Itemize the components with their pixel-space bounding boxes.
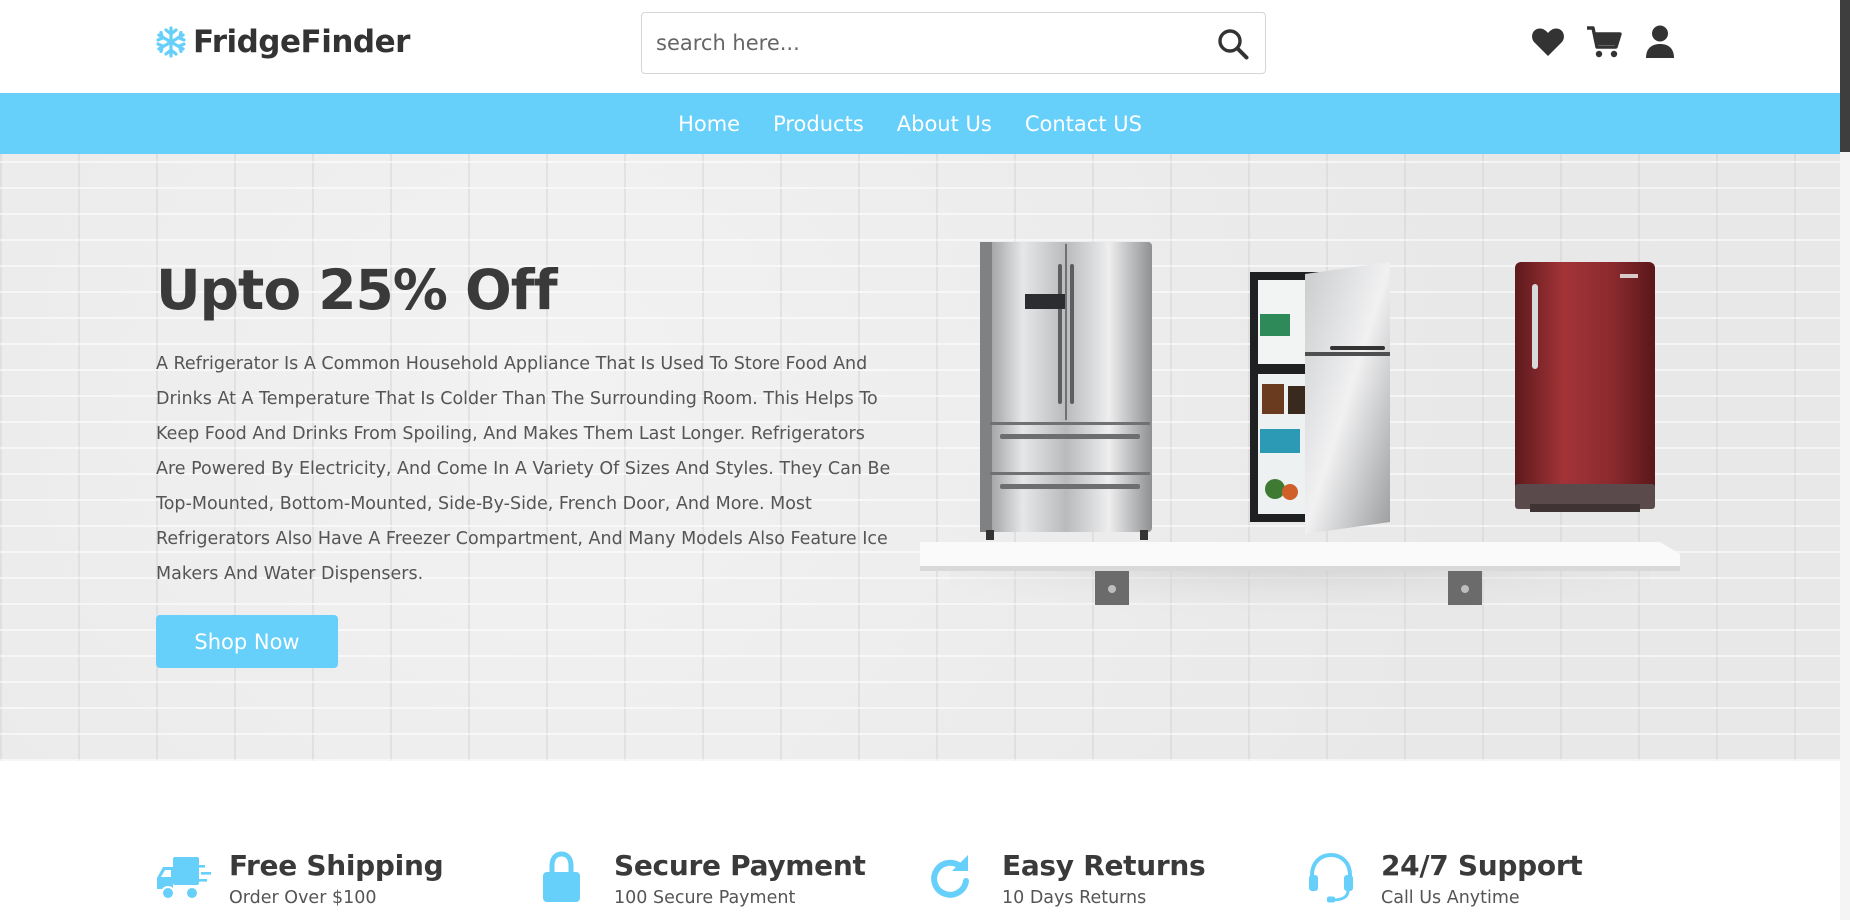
logo[interactable]: FridgeFinder — [155, 22, 410, 62]
lock-icon — [543, 851, 580, 902]
feature-free-shipping: Free Shipping Order Over $100 — [155, 849, 444, 908]
site-header: FridgeFinder — [0, 0, 1840, 93]
single-door-fridge — [1515, 262, 1655, 512]
search-input[interactable] — [656, 23, 1196, 63]
account-button[interactable] — [1642, 24, 1678, 60]
feature-title: Secure Payment — [614, 849, 866, 882]
user-icon — [1646, 25, 1674, 58]
nav-home[interactable]: Home — [678, 112, 740, 136]
features-section: Free Shipping Order Over $100 Secure Pay… — [0, 761, 1840, 920]
search-button[interactable] — [1215, 26, 1251, 62]
wishlist-button[interactable] — [1530, 24, 1566, 60]
search-icon — [1218, 29, 1249, 60]
shop-now-button[interactable]: Shop Now — [156, 615, 338, 668]
truck-icon — [157, 857, 211, 900]
scrollbar-track[interactable] — [1840, 152, 1850, 920]
feature-title: Easy Returns — [1002, 849, 1206, 882]
cart-button[interactable] — [1586, 24, 1622, 60]
nav-products[interactable]: Products — [773, 112, 864, 136]
feature-subtitle: 10 Days Returns — [1002, 888, 1147, 908]
top-freezer-fridge — [1250, 262, 1390, 534]
cart-icon — [1587, 26, 1622, 58]
headset-icon — [1309, 852, 1353, 903]
feature-support: 24/7 Support Call Us Anytime — [1307, 849, 1583, 908]
search-bar — [641, 12, 1266, 74]
heart-icon — [1532, 28, 1564, 56]
feature-title: Free Shipping — [229, 849, 444, 882]
hero-title: Upto 25% Off — [156, 258, 558, 322]
feature-title: 24/7 Support — [1381, 849, 1583, 882]
feature-secure-payment: Secure Payment 100 Secure Payment — [540, 849, 866, 908]
scrollbar-thumb[interactable] — [1840, 0, 1850, 152]
feature-easy-returns: Easy Returns 10 Days Returns — [928, 849, 1206, 908]
refrigerators-shelf-image — [920, 242, 1680, 654]
hero-description: A Refrigerator Is A Common Household App… — [156, 354, 891, 584]
nav-contact-us[interactable]: Contact US — [1025, 112, 1142, 136]
feature-subtitle: 100 Secure Payment — [614, 888, 796, 908]
hero-banner: Upto 25% Off A Refrigerator Is A Common … — [0, 154, 1840, 761]
brand-name: FridgeFinder — [193, 24, 410, 60]
snowflake-icon — [156, 26, 186, 58]
main-nav: Home Products About Us Contact US — [0, 93, 1840, 154]
nav-about-us[interactable]: About Us — [897, 112, 992, 136]
feature-subtitle: Call Us Anytime — [1381, 888, 1520, 908]
redo-icon — [931, 855, 969, 898]
french-door-fridge — [980, 242, 1152, 540]
header-actions — [1530, 24, 1678, 60]
feature-subtitle: Order Over $100 — [229, 888, 377, 908]
